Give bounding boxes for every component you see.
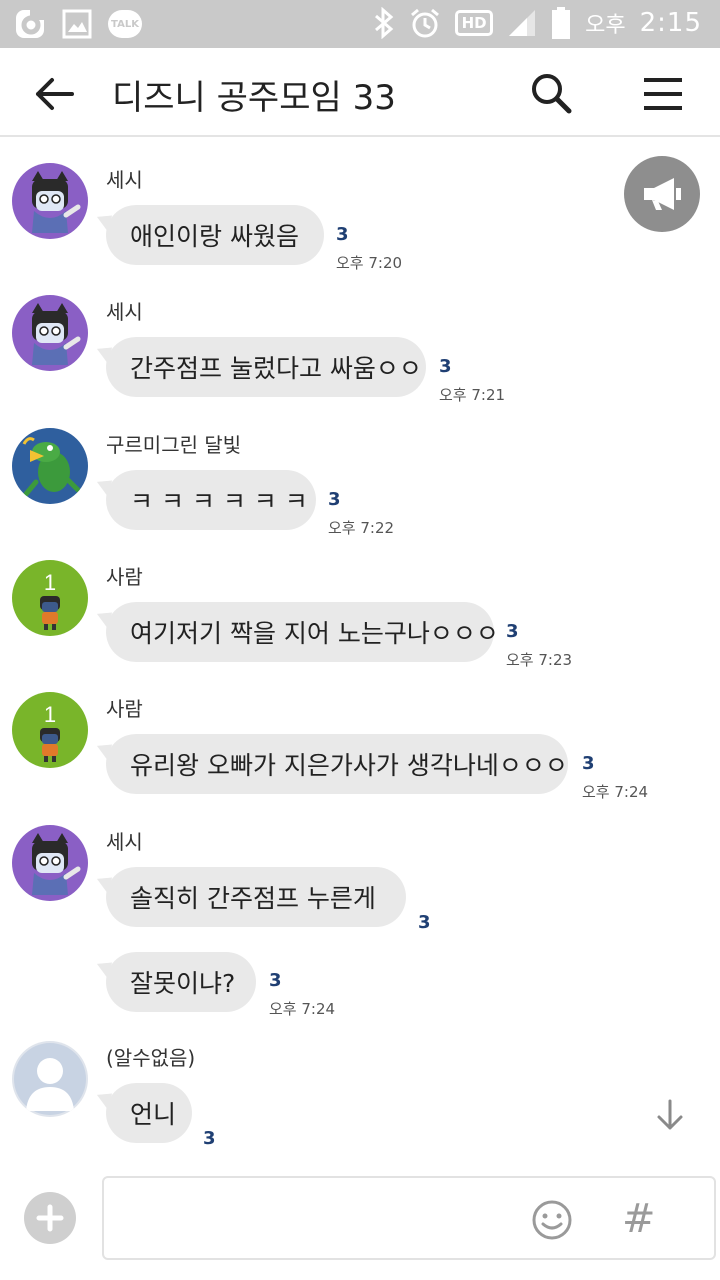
unread-count: 3	[269, 970, 282, 991]
svg-text:1: 1	[44, 702, 56, 727]
status-time: 2:15	[639, 8, 702, 38]
unread-count: 3	[506, 621, 519, 642]
message-time: 오후 7:23	[506, 651, 573, 669]
character-avatar-icon	[32, 303, 81, 365]
message-time: 오후 7:24	[269, 1000, 336, 1018]
chat-header: 디즈니 공주모임 33	[0, 48, 720, 137]
message-bubble[interactable]: 애인이랑 싸웠음	[106, 205, 324, 265]
avatar[interactable]: 1	[12, 692, 88, 768]
unread-count: 3	[203, 1128, 216, 1149]
avatar[interactable]	[12, 163, 88, 239]
sender-name: 사람	[106, 565, 143, 589]
talk-icon: TALK	[108, 10, 142, 38]
alarm-icon	[411, 8, 440, 38]
message-bubble[interactable]: 유리왕 오빠가 지은가사가 생각나네ㅇㅇㅇ	[106, 734, 568, 794]
message-bubble[interactable]: 언니	[106, 1083, 192, 1143]
bluetooth-icon	[375, 7, 394, 39]
unread-count: 3	[328, 489, 341, 510]
status-right: HD 오후 2:15	[373, 6, 702, 40]
message-time: 오후 7:24	[582, 783, 649, 801]
status-ampm: 오후	[585, 13, 626, 38]
search-icon[interactable]	[528, 70, 574, 116]
character-avatar-icon: 1	[40, 570, 60, 630]
default-profile-icon	[14, 1043, 86, 1115]
emoji-icon[interactable]	[530, 1198, 574, 1242]
sender-name: 세시	[106, 168, 143, 192]
character-avatar-icon	[32, 171, 81, 233]
message-time: 오후 7:20	[336, 254, 403, 272]
sender-name: 사람	[106, 697, 143, 721]
avatar[interactable]	[12, 428, 88, 504]
hd-icon: HD	[455, 10, 494, 36]
avatar[interactable]	[12, 1041, 88, 1117]
image-icon	[62, 9, 92, 39]
menu-icon[interactable]	[642, 74, 684, 114]
avatar[interactable]	[12, 825, 88, 901]
svg-text:1: 1	[44, 570, 56, 595]
sender-name: 세시	[106, 830, 143, 854]
attach-plus-button[interactable]	[24, 1192, 76, 1244]
sender-name: 구르미그린 달빛	[106, 433, 242, 457]
status-left: TALK	[14, 8, 142, 40]
battery-icon	[552, 7, 571, 39]
unread-count: 3	[582, 753, 595, 774]
character-avatar-icon	[22, 437, 81, 497]
megaphone-icon	[644, 178, 681, 210]
message-bubble[interactable]: 간주점프 눌렀다고 싸움ㅇㅇ	[106, 337, 426, 397]
sender-name: 세시	[106, 300, 143, 324]
unread-count: 3	[336, 224, 349, 245]
message-bubble[interactable]: 잘못이냐?	[106, 952, 256, 1012]
carrier-icon	[16, 10, 44, 38]
avatar[interactable]	[12, 295, 88, 371]
unread-count: 3	[418, 912, 431, 933]
notice-button[interactable]	[624, 156, 700, 232]
avatar[interactable]: 1	[12, 560, 88, 636]
signal-icon	[509, 10, 536, 36]
status-bar: TALK HD 오후 2:15	[0, 0, 720, 48]
character-avatar-icon: 1	[40, 702, 60, 762]
character-avatar-icon	[32, 833, 81, 895]
plus-icon	[36, 1204, 64, 1232]
message-time: 오후 7:22	[328, 519, 395, 537]
message-time: 오후 7:21	[439, 386, 506, 404]
chat-room-title: 디즈니 공주모임 33	[112, 78, 396, 118]
sender-name: (알수없음)	[106, 1046, 196, 1070]
message-bubble[interactable]: 솔직히 간주점프 누른게	[106, 867, 406, 927]
message-bubble[interactable]: 여기저기 짝을 지어 노는구나ㅇㅇㅇ	[106, 602, 499, 662]
message-bubble[interactable]: ㅋ ㅋ ㅋ ㅋ ㅋ ㅋ	[106, 470, 316, 530]
unread-count: 3	[439, 356, 452, 377]
hash-icon[interactable]: #	[622, 1196, 656, 1242]
back-arrow-icon[interactable]	[32, 72, 76, 116]
scroll-down-arrow-icon[interactable]	[654, 1098, 686, 1132]
